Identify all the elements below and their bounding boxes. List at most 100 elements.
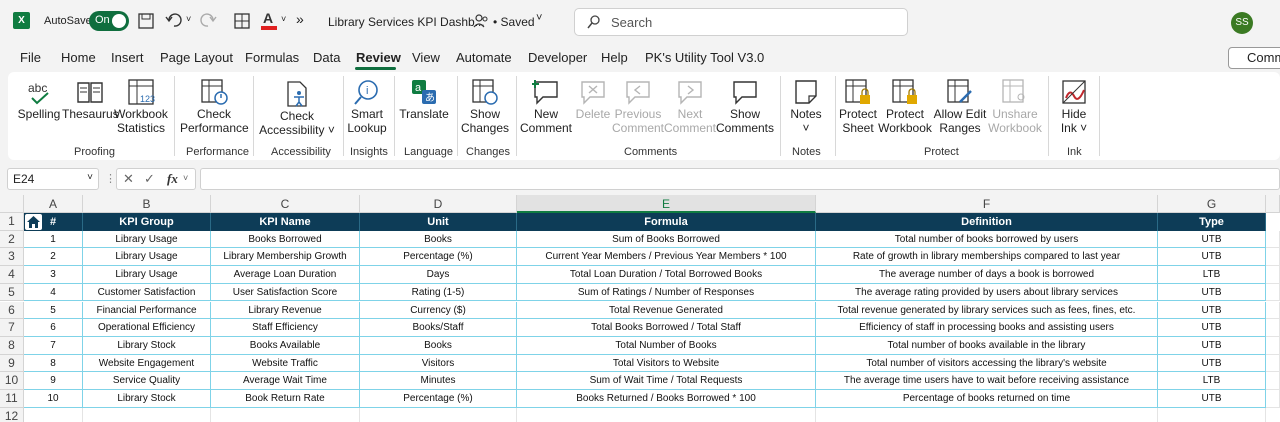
table-cell[interactable]: UTB	[1158, 354, 1266, 373]
table-cell[interactable]: Library Stock	[83, 336, 211, 355]
search-box[interactable]: Search	[574, 8, 908, 36]
menu-file[interactable]: File	[20, 50, 41, 65]
table-cell[interactable]: Library Stock	[83, 390, 211, 408]
save-icon[interactable]	[138, 13, 154, 29]
table-header-cell[interactable]: KPI Group	[83, 213, 211, 231]
check-performance-button[interactable]: Check Performance	[180, 72, 249, 142]
table-header-cell[interactable]: Formula	[517, 213, 816, 231]
protect-workbook-button[interactable]: Protect Workbook	[878, 72, 932, 142]
row-header-12[interactable]: 12	[0, 407, 24, 422]
table-header-cell[interactable]: Unit	[360, 213, 517, 231]
unshare-workbook-button[interactable]: Unshare Workbook	[988, 72, 1042, 142]
cancel-icon[interactable]: ✕	[123, 171, 134, 187]
table-cell[interactable]: 6	[24, 319, 83, 337]
empty-cell[interactable]	[1266, 354, 1280, 373]
table-cell[interactable]: LTB	[1158, 266, 1266, 284]
table-cell[interactable]: 1	[24, 230, 83, 249]
empty-cell[interactable]	[1266, 372, 1280, 390]
fx-dropdown-icon[interactable]: ˅	[183, 173, 188, 183]
table-cell[interactable]: Total Visitors to Website	[517, 354, 816, 373]
formula-input[interactable]	[200, 168, 1280, 190]
table-cell[interactable]: Total revenue generated by library servi…	[816, 301, 1158, 320]
chevron-down-icon[interactable]: ˅	[536, 12, 542, 24]
next-comment-button[interactable]: Next Comment	[664, 72, 716, 142]
table-cell[interactable]: Currency ($)	[360, 301, 517, 320]
empty-cell[interactable]	[83, 407, 211, 422]
table-cell[interactable]: Staff Efficiency	[211, 319, 360, 337]
table-cell[interactable]: Books	[360, 230, 517, 249]
borders-icon[interactable]	[234, 13, 250, 29]
allow-edit-ranges-button[interactable]: Allow Edit Ranges	[932, 72, 988, 142]
table-cell[interactable]: Customer Satisfaction	[83, 283, 211, 302]
row-header-6[interactable]: 6	[0, 301, 24, 320]
row-header-10[interactable]: 10	[0, 372, 24, 390]
table-cell[interactable]: UTB	[1158, 301, 1266, 320]
table-cell[interactable]: Current Year Members / Previous Year Mem…	[517, 248, 816, 267]
translate-button[interactable]: aあ Translate	[398, 72, 450, 142]
empty-cell[interactable]	[1266, 230, 1280, 249]
empty-cell[interactable]	[816, 407, 1158, 422]
empty-cell[interactable]	[1266, 301, 1280, 320]
redo-icon[interactable]	[199, 12, 217, 28]
table-cell[interactable]: 10	[24, 390, 83, 408]
new-comment-button[interactable]: New Comment	[518, 72, 574, 142]
row-header-8[interactable]: 8	[0, 336, 24, 355]
menu-home[interactable]: Home	[61, 50, 96, 65]
table-cell[interactable]: 7	[24, 336, 83, 355]
empty-cell[interactable]	[1266, 319, 1280, 337]
spelling-button[interactable]: abc Spelling	[14, 72, 64, 142]
column-header-d[interactable]: D	[360, 195, 517, 213]
notes-button[interactable]: Notes ˅	[784, 72, 828, 142]
smart-lookup-button[interactable]: i Smart Lookup	[346, 72, 388, 142]
table-cell[interactable]: Library Revenue	[211, 301, 360, 320]
row-header-5[interactable]: 5	[0, 283, 24, 302]
table-cell[interactable]: Library Usage	[83, 266, 211, 284]
table-cell[interactable]: Service Quality	[83, 372, 211, 390]
column-header-g[interactable]: G	[1158, 195, 1266, 213]
row-header-7[interactable]: 7	[0, 319, 24, 337]
table-cell[interactable]: Books Borrowed	[211, 230, 360, 249]
table-cell[interactable]: Total Books Borrowed / Total Staff	[517, 319, 816, 337]
empty-cell[interactable]	[1158, 407, 1266, 422]
table-cell[interactable]: Operational Efficiency	[83, 319, 211, 337]
table-cell[interactable]: The average rating provided by users abo…	[816, 283, 1158, 302]
row-header-9[interactable]: 9	[0, 354, 24, 373]
share-people-icon[interactable]	[473, 13, 489, 29]
table-cell[interactable]: Total Loan Duration / Total Borrowed Boo…	[517, 266, 816, 284]
workbook-statistics-button[interactable]: 123 Workbook Statistics	[114, 72, 168, 142]
table-cell[interactable]: 9	[24, 372, 83, 390]
show-changes-button[interactable]: Show Changes	[460, 72, 510, 142]
column-header-c[interactable]: C	[211, 195, 360, 213]
table-cell[interactable]: Sum of Ratings / Number of Responses	[517, 283, 816, 302]
table-cell[interactable]: UTB	[1158, 319, 1266, 337]
table-cell[interactable]: Percentage of books returned on time	[816, 390, 1158, 408]
empty-cell[interactable]	[1266, 248, 1280, 267]
menu-data[interactable]: Data	[313, 50, 340, 65]
row-header-1[interactable]: 1	[0, 213, 24, 231]
table-cell[interactable]: Financial Performance	[83, 301, 211, 320]
table-cell[interactable]: UTB	[1158, 248, 1266, 267]
table-cell[interactable]: Books Available	[211, 336, 360, 355]
table-cell[interactable]: Library Membership Growth	[211, 248, 360, 267]
column-header-extra[interactable]	[1266, 195, 1280, 213]
empty-cell[interactable]	[1266, 266, 1280, 284]
menu-insert[interactable]: Insert	[111, 50, 144, 65]
table-cell[interactable]: Rating (1-5)	[360, 283, 517, 302]
select-all-corner[interactable]	[0, 195, 24, 213]
table-cell[interactable]: Library Usage	[83, 230, 211, 249]
table-cell[interactable]: Library Usage	[83, 248, 211, 267]
column-header-b[interactable]: B	[83, 195, 211, 213]
table-cell[interactable]: Website Traffic	[211, 354, 360, 373]
table-cell[interactable]: Total Number of Books	[517, 336, 816, 355]
table-cell[interactable]: 2	[24, 248, 83, 267]
row-header-2[interactable]: 2	[0, 230, 24, 249]
table-cell[interactable]: Total number of books borrowed by users	[816, 230, 1158, 249]
empty-cell[interactable]	[1266, 283, 1280, 302]
table-cell[interactable]: Website Engagement	[83, 354, 211, 373]
row-header-4[interactable]: 4	[0, 266, 24, 284]
table-cell[interactable]: Total number of visitors accessing the l…	[816, 354, 1158, 373]
protect-sheet-button[interactable]: Protect Sheet	[838, 72, 878, 142]
undo-dropdown-icon[interactable]: ˅	[186, 14, 191, 24]
empty-cell[interactable]	[211, 407, 360, 422]
column-header-a[interactable]: A	[24, 195, 83, 213]
